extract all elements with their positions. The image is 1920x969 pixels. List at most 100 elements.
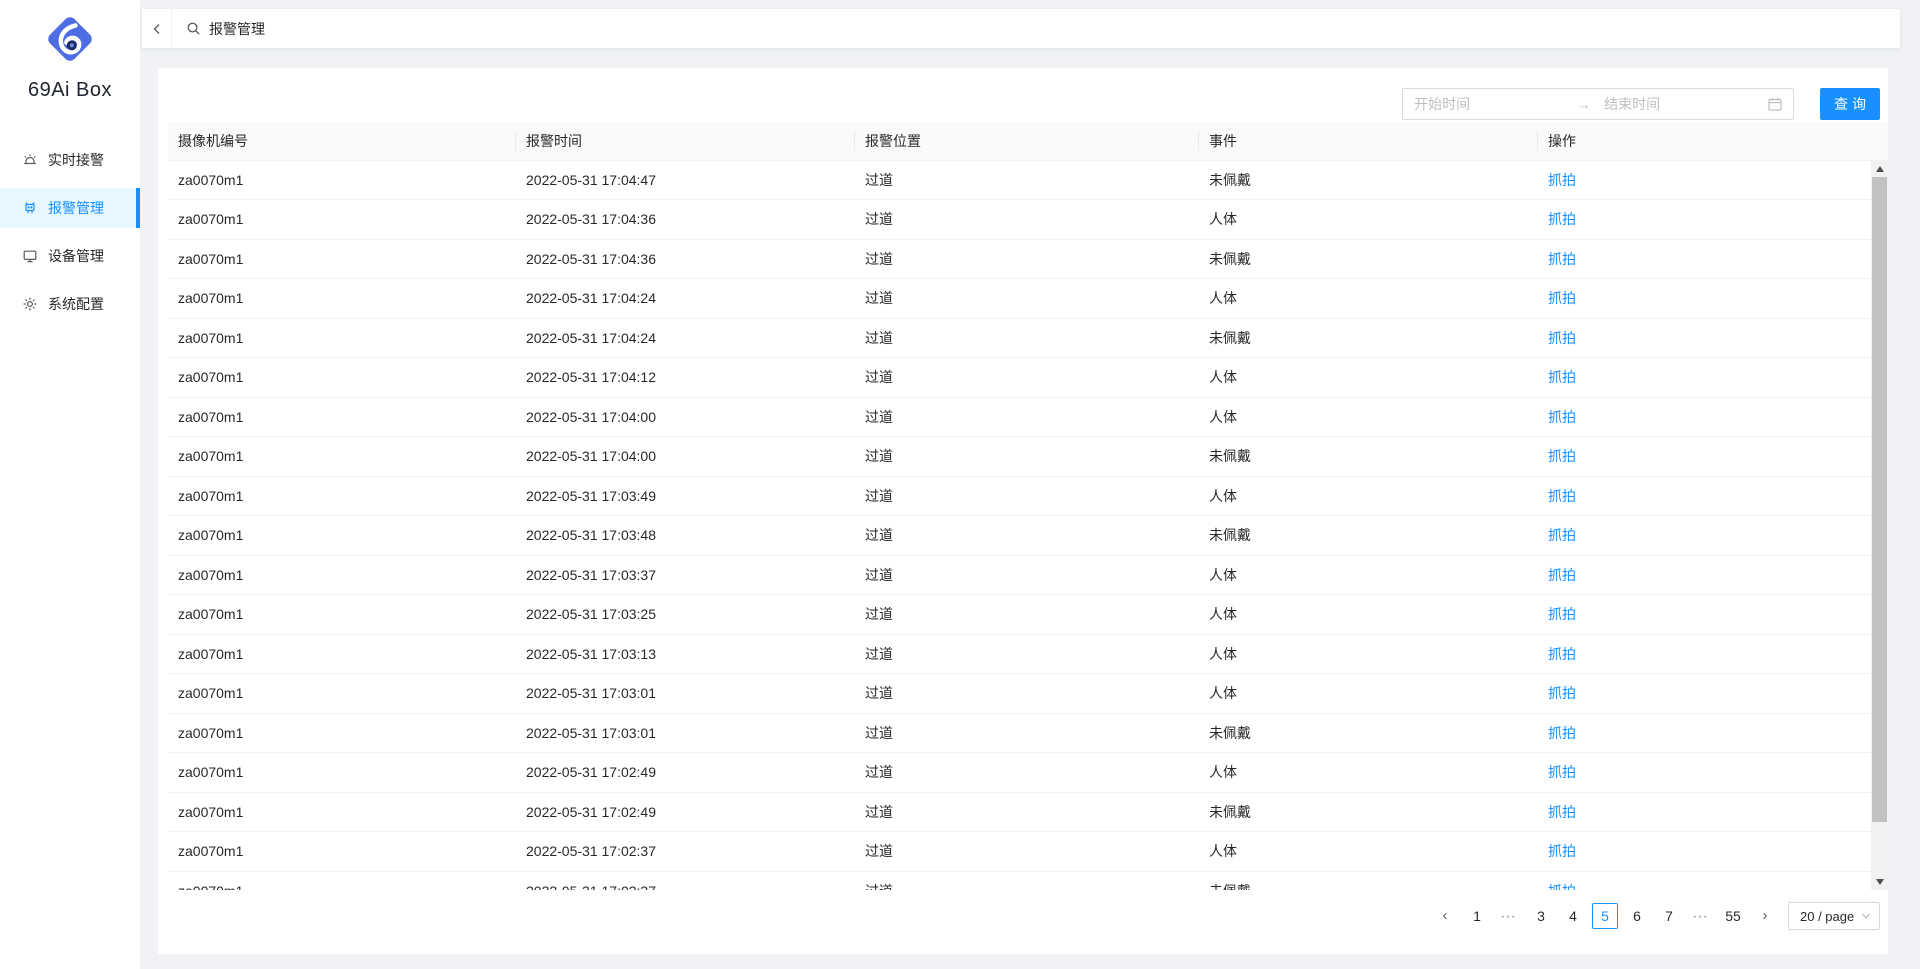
camera-cell: za0070m1 bbox=[168, 516, 516, 556]
event-cell: 人体 bbox=[1199, 555, 1538, 595]
table-row: za0070m12022-05-31 17:04:36过道人体抓拍 bbox=[168, 200, 1888, 240]
camera-cell: za0070m1 bbox=[168, 871, 516, 890]
current-page-tag: 报警管理 bbox=[186, 19, 265, 39]
action-cell: 抓拍 bbox=[1538, 279, 1888, 319]
camera-cell: za0070m1 bbox=[168, 160, 516, 200]
calendar-icon bbox=[1768, 97, 1782, 111]
alarm-bell-icon bbox=[22, 152, 38, 168]
capture-link[interactable]: 抓拍 bbox=[1548, 646, 1576, 662]
sidebar-item-system-config[interactable]: 系统配置 bbox=[0, 284, 140, 324]
camera-cell: za0070m1 bbox=[168, 200, 516, 240]
event-cell: 人体 bbox=[1199, 753, 1538, 793]
event-cell: 人体 bbox=[1199, 595, 1538, 635]
action-cell: 抓拍 bbox=[1538, 713, 1888, 753]
page-button-3[interactable]: 3 bbox=[1528, 903, 1554, 929]
page-button-7[interactable]: 7 bbox=[1656, 903, 1682, 929]
capture-link[interactable]: 抓拍 bbox=[1548, 764, 1576, 780]
capture-link[interactable]: 抓拍 bbox=[1548, 290, 1576, 306]
event-cell: 未佩戴 bbox=[1199, 792, 1538, 832]
end-time-input[interactable]: 结束时间 bbox=[1604, 94, 1768, 114]
content-card: 开始时间 → 结束时间 查 询 摄像机编号报警时间报警位置事件操作 za0070… bbox=[158, 68, 1888, 954]
capture-link[interactable]: 抓拍 bbox=[1548, 685, 1576, 701]
alarm-time-cell: 2022-05-31 17:02:37 bbox=[516, 871, 855, 890]
table-row: za0070m12022-05-31 17:04:47过道未佩戴抓拍 bbox=[168, 160, 1888, 200]
table-header-row: 摄像机编号报警时间报警位置事件操作 bbox=[168, 122, 1888, 160]
capture-link[interactable]: 抓拍 bbox=[1548, 606, 1576, 622]
table-row: za0070m12022-05-31 17:03:48过道未佩戴抓拍 bbox=[168, 516, 1888, 556]
page-button-55[interactable]: 55 bbox=[1720, 903, 1746, 929]
prev-page-button[interactable]: ‹ bbox=[1432, 903, 1458, 929]
capture-link[interactable]: 抓拍 bbox=[1548, 567, 1576, 583]
camera-cell: za0070m1 bbox=[168, 634, 516, 674]
page-button-1[interactable]: 1 bbox=[1464, 903, 1490, 929]
sidebar-collapse-button[interactable] bbox=[142, 9, 172, 48]
action-cell: 抓拍 bbox=[1538, 437, 1888, 477]
date-range-picker[interactable]: 开始时间 → 结束时间 bbox=[1402, 88, 1794, 120]
query-button[interactable]: 查 询 bbox=[1820, 88, 1880, 120]
action-cell: 抓拍 bbox=[1538, 516, 1888, 556]
alarm-time-cell: 2022-05-31 17:03:25 bbox=[516, 595, 855, 635]
action-cell: 抓拍 bbox=[1538, 595, 1888, 635]
page-size-select[interactable]: 20 / page bbox=[1788, 902, 1880, 930]
capture-link[interactable]: 抓拍 bbox=[1548, 725, 1576, 741]
page-button-5[interactable]: 5 bbox=[1592, 903, 1618, 929]
sidebar-item-device-manage[interactable]: 设备管理 bbox=[0, 236, 140, 276]
jump-pages-ellipsis[interactable]: ••• bbox=[1496, 903, 1522, 929]
sidebar-item-realtime-alarm[interactable]: 实时接警 bbox=[0, 140, 140, 180]
alarm-location-cell: 过道 bbox=[855, 358, 1199, 398]
capture-link[interactable]: 抓拍 bbox=[1548, 369, 1576, 385]
alarm-location-cell: 过道 bbox=[855, 713, 1199, 753]
alarm-location-cell: 过道 bbox=[855, 239, 1199, 279]
alarm-time-cell: 2022-05-31 17:04:47 bbox=[516, 160, 855, 200]
capture-link[interactable]: 抓拍 bbox=[1548, 448, 1576, 464]
action-cell: 抓拍 bbox=[1538, 871, 1888, 890]
capture-link[interactable]: 抓拍 bbox=[1548, 251, 1576, 267]
action-cell: 抓拍 bbox=[1538, 397, 1888, 437]
start-time-input[interactable]: 开始时间 bbox=[1414, 94, 1564, 114]
column-header: 报警位置 bbox=[855, 122, 1199, 160]
capture-link[interactable]: 抓拍 bbox=[1548, 409, 1576, 425]
jump-pages-ellipsis[interactable]: ••• bbox=[1688, 903, 1714, 929]
alarm-location-cell: 过道 bbox=[855, 516, 1199, 556]
sidebar-item-alarm-manage[interactable]: 报警管理 bbox=[0, 188, 140, 228]
capture-link[interactable]: 抓拍 bbox=[1548, 211, 1576, 227]
current-page-label: 报警管理 bbox=[209, 19, 265, 39]
next-page-button[interactable]: › bbox=[1752, 903, 1778, 929]
table-scrollbar bbox=[1871, 160, 1888, 890]
table-row: za0070m12022-05-31 17:04:24过道未佩戴抓拍 bbox=[168, 318, 1888, 358]
alarm-location-cell: 过道 bbox=[855, 476, 1199, 516]
alarm-time-cell: 2022-05-31 17:03:49 bbox=[516, 476, 855, 516]
capture-link[interactable]: 抓拍 bbox=[1548, 883, 1576, 890]
capture-link[interactable]: 抓拍 bbox=[1548, 172, 1576, 188]
table-row: za0070m12022-05-31 17:03:37过道人体抓拍 bbox=[168, 555, 1888, 595]
page-button-4[interactable]: 4 bbox=[1560, 903, 1586, 929]
camera-cell: za0070m1 bbox=[168, 792, 516, 832]
table-row: za0070m12022-05-31 17:04:00过道人体抓拍 bbox=[168, 397, 1888, 437]
capture-link[interactable]: 抓拍 bbox=[1548, 843, 1576, 859]
chevron-down-icon bbox=[1861, 911, 1871, 921]
scroll-down-arrow[interactable] bbox=[1871, 873, 1888, 890]
action-cell: 抓拍 bbox=[1538, 753, 1888, 793]
capture-link[interactable]: 抓拍 bbox=[1548, 804, 1576, 820]
app-logo: 69Ai Box bbox=[0, 0, 140, 102]
camera-cell: za0070m1 bbox=[168, 832, 516, 872]
action-cell: 抓拍 bbox=[1538, 476, 1888, 516]
alarm-time-cell: 2022-05-31 17:04:12 bbox=[516, 358, 855, 398]
event-cell: 未佩戴 bbox=[1199, 713, 1538, 753]
scroll-up-arrow[interactable] bbox=[1871, 160, 1888, 177]
table-row: za0070m12022-05-31 17:02:49过道未佩戴抓拍 bbox=[168, 792, 1888, 832]
capture-link[interactable]: 抓拍 bbox=[1548, 527, 1576, 543]
alarm-time-cell: 2022-05-31 17:04:36 bbox=[516, 200, 855, 240]
alarm-location-cell: 过道 bbox=[855, 753, 1199, 793]
alarm-monitor-icon bbox=[22, 200, 38, 216]
alarm-time-cell: 2022-05-31 17:02:49 bbox=[516, 792, 855, 832]
capture-link[interactable]: 抓拍 bbox=[1548, 488, 1576, 504]
capture-link[interactable]: 抓拍 bbox=[1548, 330, 1576, 346]
page-button-6[interactable]: 6 bbox=[1624, 903, 1650, 929]
event-cell: 人体 bbox=[1199, 397, 1538, 437]
sidebar-menu: 实时接警报警管理设备管理系统配置 bbox=[0, 140, 140, 324]
chevron-left-icon bbox=[151, 23, 163, 35]
scrollbar-thumb[interactable] bbox=[1872, 177, 1887, 822]
event-cell: 人体 bbox=[1199, 832, 1538, 872]
pagination: ‹1•••34567•••55›20 / page bbox=[1426, 902, 1880, 930]
